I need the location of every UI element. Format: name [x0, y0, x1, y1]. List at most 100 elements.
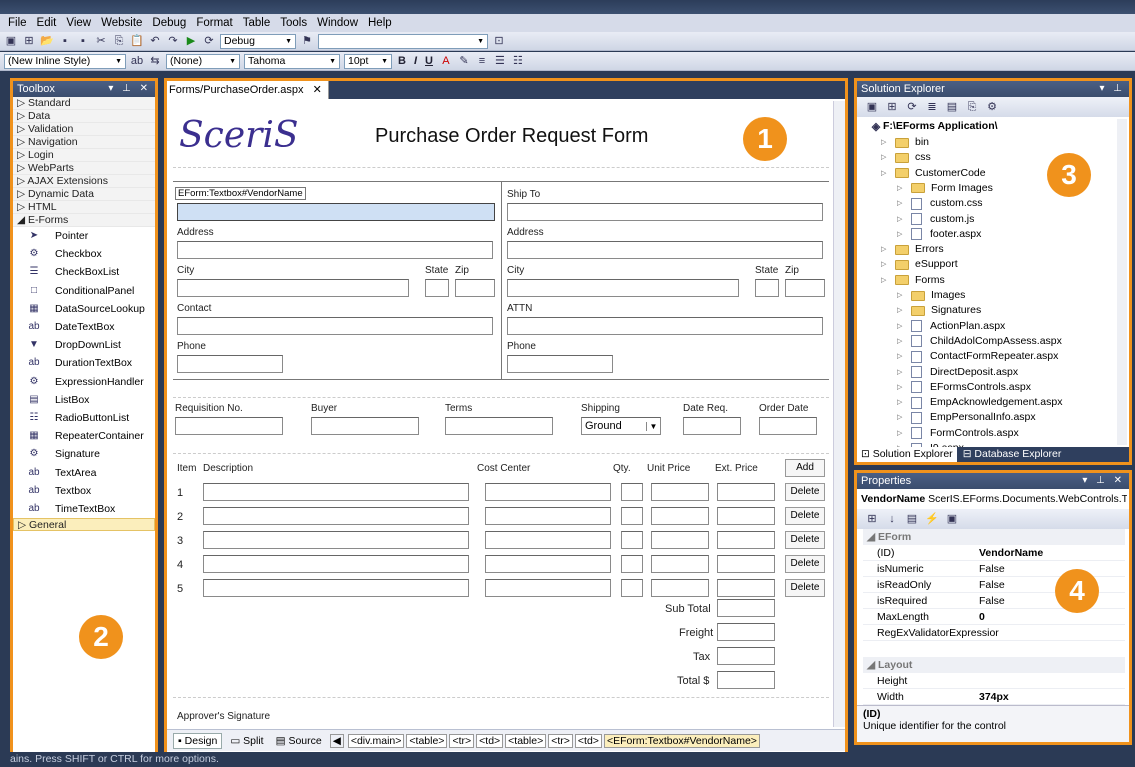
panel-controls-icon[interactable]: ▾ ⊥ ✕ — [108, 81, 151, 97]
expand-arrow-icon[interactable]: ▷ — [897, 181, 907, 196]
add-item-icon[interactable]: ⊞ — [22, 34, 36, 48]
toolbox-item-conditionalpanel[interactable]: □ ConditionalPanel — [13, 282, 155, 300]
qty-field[interactable] — [621, 483, 643, 501]
save-all-icon[interactable]: ▪ — [76, 34, 90, 48]
ship-city-field[interactable] — [507, 279, 739, 297]
align-icon[interactable]: ≡ — [475, 54, 489, 68]
menu-item-edit[interactable]: Edit — [37, 17, 57, 29]
unit-price-field[interactable] — [651, 579, 709, 597]
toolbox-category-navigation[interactable]: ▷ Navigation — [13, 136, 155, 149]
paste-icon[interactable]: 📋 — [130, 34, 144, 48]
solution-file[interactable]: ▷ ChildAdolCompAssess.aspx — [897, 334, 1062, 349]
zip-field[interactable] — [455, 279, 495, 297]
config-icon[interactable]: ⚙ — [985, 100, 999, 114]
document-tab[interactable]: Forms/PurchaseOrder.aspx ✕ — [167, 81, 329, 99]
ext-price-field[interactable] — [717, 483, 775, 501]
property-pages-icon[interactable]: ▣ — [945, 512, 959, 526]
toolbox-item-timetextbox[interactable]: ab TimeTextBox — [13, 500, 155, 518]
expand-arrow-icon[interactable]: ▷ — [897, 395, 907, 410]
tax-field[interactable] — [717, 647, 775, 665]
solution-folder[interactable]: ▷ Images — [897, 288, 965, 303]
solution-file[interactable]: ▷ custom.css — [897, 196, 983, 211]
solution-root[interactable]: ◈ F:\EForms Application\ — [869, 119, 998, 134]
menu-item-window[interactable]: Window — [317, 17, 358, 29]
qty-field[interactable] — [621, 507, 643, 525]
terms-field[interactable] — [445, 417, 553, 435]
expand-arrow-icon[interactable]: ▷ — [881, 150, 891, 165]
bold-button[interactable]: B — [396, 55, 408, 67]
solution-folder[interactable]: ▷ Forms — [881, 273, 945, 288]
font-size-select[interactable]: 10pt ▼ — [344, 53, 392, 69]
delete-row-button[interactable]: Delete — [785, 579, 825, 597]
property-row[interactable]: RegExValidatorExpressior — [863, 625, 1125, 641]
expand-arrow-icon[interactable]: ▷ — [881, 166, 891, 181]
designer-scrollbar[interactable] — [833, 101, 845, 727]
copy-icon[interactable]: ⎘ — [112, 34, 126, 48]
tag-breadcrumb-item[interactable]: <table> — [505, 733, 547, 748]
toolbox-item-pointer[interactable]: ➤ Pointer — [13, 227, 155, 245]
delete-row-button[interactable]: Delete — [785, 531, 825, 549]
solution-file[interactable]: ▷ EmpAcknowledgement.aspx — [897, 395, 1063, 410]
panel-controls-icon[interactable]: ▾ ⊥ ✕ — [1082, 473, 1125, 489]
address-field[interactable] — [177, 241, 493, 259]
toolbox-item-textbox[interactable]: ab Textbox — [13, 482, 155, 500]
solution-folder[interactable]: ▷ Errors — [881, 242, 944, 257]
categorized-icon[interactable]: ⊞ — [865, 512, 879, 526]
toolbox-item-signature[interactable]: ⚙ Signature — [13, 445, 155, 463]
cost-center-field[interactable] — [485, 507, 611, 525]
alphabetical-icon[interactable]: ↓ — [885, 512, 899, 526]
save-icon[interactable]: ▪ — [58, 34, 72, 48]
close-tab-icon[interactable]: ✕ — [313, 84, 322, 96]
new-project-icon[interactable]: ▣ — [4, 34, 18, 48]
ext-price-field[interactable] — [717, 507, 775, 525]
order-date-field[interactable] — [759, 417, 817, 435]
description-field[interactable] — [203, 555, 469, 573]
solution-file[interactable]: ▷ FormControls.aspx — [897, 426, 1019, 441]
qty-field[interactable] — [621, 531, 643, 549]
solution-explorer-tab[interactable]: ⊡ Solution Explorer — [857, 447, 957, 462]
buyer-field[interactable] — [311, 417, 419, 435]
toolbox-item-textarea[interactable]: ab TextArea — [13, 463, 155, 481]
solution-file[interactable]: ▷ EFormsControls.aspx — [897, 380, 1031, 395]
toolbox-item-datasourcelookup[interactable]: ▦ DataSourceLookup — [13, 300, 155, 318]
phone-field[interactable] — [177, 355, 283, 373]
property-section-layout[interactable]: ◢ Layout — [863, 657, 1125, 673]
ship-phone-field[interactable] — [507, 355, 613, 373]
expand-arrow-icon[interactable]: ▷ — [897, 319, 907, 334]
description-field[interactable] — [203, 531, 469, 549]
toolbox-item-checkboxlist[interactable]: ☰ CheckBoxList — [13, 263, 155, 281]
tag-breadcrumb-item[interactable]: <tr> — [548, 733, 573, 748]
toolbox-item-durationtextbox[interactable]: ab DurationTextBox — [13, 354, 155, 372]
redo-icon[interactable]: ↷ — [166, 34, 180, 48]
tag-breadcrumb-item[interactable]: <div.main> — [347, 733, 405, 748]
solution-config-select[interactable]: Debug ▼ — [220, 33, 296, 49]
solution-folder[interactable]: ▷ eSupport — [881, 257, 958, 272]
expand-arrow-icon[interactable]: ▷ — [897, 196, 907, 211]
tag-breadcrumb-item[interactable]: <table> — [406, 733, 448, 748]
description-field[interactable] — [203, 579, 469, 597]
style-icon[interactable]: ab — [130, 54, 144, 68]
expand-arrow-icon[interactable]: ▷ — [881, 135, 891, 150]
cost-center-field[interactable] — [485, 579, 611, 597]
property-row[interactable]: Width 374px — [863, 689, 1125, 705]
view-designer-icon[interactable]: ▤ — [945, 100, 959, 114]
unit-price-field[interactable] — [651, 531, 709, 549]
expand-arrow-icon[interactable]: ▷ — [897, 426, 907, 441]
menu-item-tools[interactable]: Tools — [280, 17, 307, 29]
state-field[interactable] — [425, 279, 449, 297]
ext-price-field[interactable] — [717, 579, 775, 597]
total-field[interactable] — [717, 671, 775, 689]
cut-icon[interactable]: ✂ — [94, 34, 108, 48]
delete-row-button[interactable]: Delete — [785, 483, 825, 501]
menu-item-format[interactable]: Format — [196, 17, 232, 29]
design-view-button[interactable]: ▪ Design — [173, 732, 223, 749]
solution-folder[interactable]: ▷ Form Images — [897, 181, 993, 196]
panel-controls-icon[interactable]: ▾ ⊥ — [1099, 81, 1125, 97]
show-all-files-icon[interactable]: ⊞ — [885, 100, 899, 114]
bullet-list-icon[interactable]: ☷ — [511, 54, 525, 68]
expand-arrow-icon[interactable]: ▷ — [897, 288, 907, 303]
toolbox-item-expressionhandler[interactable]: ⚙ ExpressionHandler — [13, 373, 155, 391]
find-select[interactable]: ▼ — [318, 33, 488, 49]
solution-folder[interactable]: ▷ CustomerCode — [881, 166, 986, 181]
apply-style-icon[interactable]: ⇆ — [148, 54, 162, 68]
